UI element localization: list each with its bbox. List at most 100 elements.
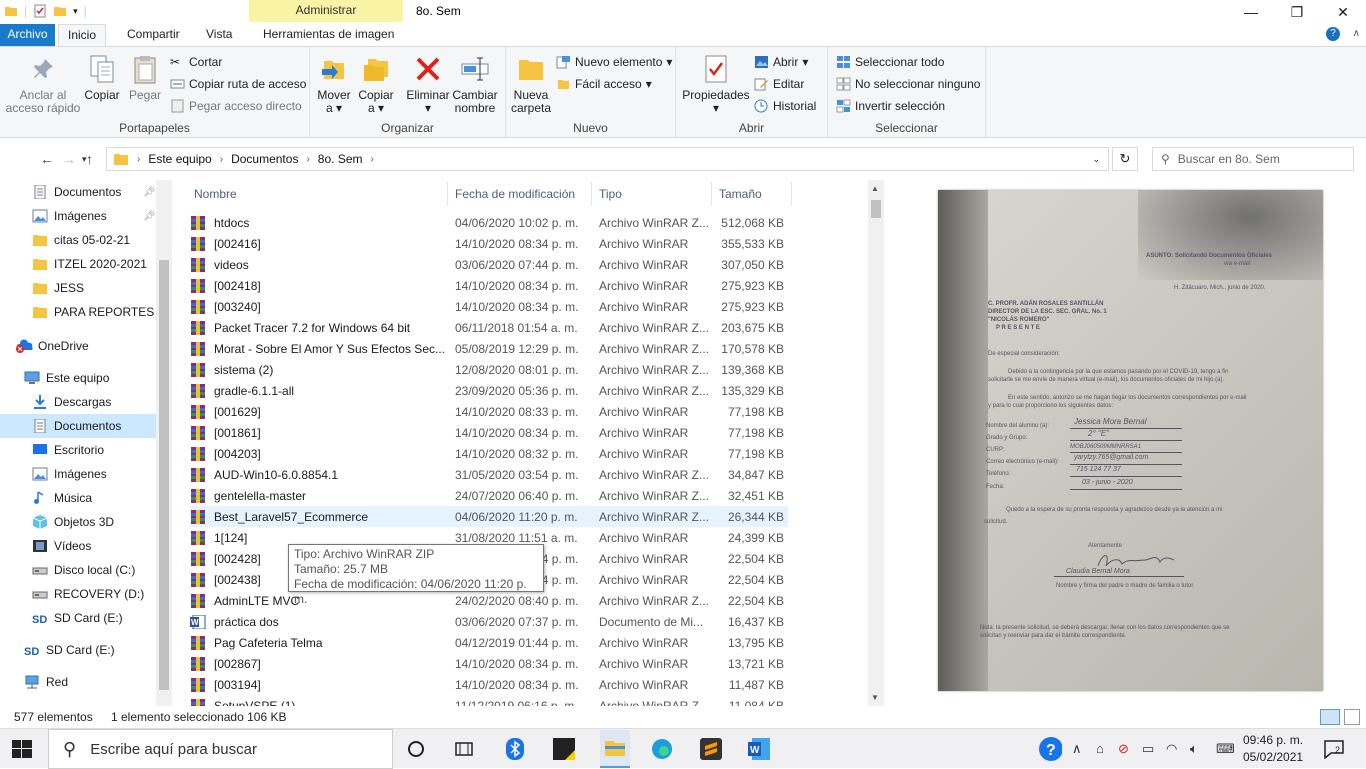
nav-item-imágenes[interactable]: Imágenes 📌︎ xyxy=(0,204,156,228)
cambiar-nombre-button[interactable]: Cambiar nombre xyxy=(452,53,498,115)
battery-warning-icon[interactable]: ⊘ xyxy=(1118,741,1129,757)
nuevo-elemento-button[interactable]: Nuevo elemento ▾ xyxy=(556,55,672,69)
file-row[interactable]: [004203] 14/10/2020 08:32 p. m. Archivo Wi… xyxy=(190,443,788,464)
tab-vista[interactable]: Vista xyxy=(197,24,241,46)
task-view-icon[interactable] xyxy=(452,737,476,761)
nav-item-descargas[interactable]: Descargas xyxy=(0,390,156,414)
tab-administrar[interactable]: Administrar xyxy=(249,0,403,22)
column-header-tipo[interactable]: Tipo xyxy=(599,180,622,208)
abrir-button[interactable]: Abrir ▾ xyxy=(754,55,808,69)
minimize-ribbon-icon[interactable]: ∧ xyxy=(1353,28,1360,39)
properties-icon[interactable] xyxy=(33,4,47,18)
file-row[interactable]: AUD-Win10-6.0.8854.1 31/05/2020 03:54 p. … xyxy=(190,464,788,485)
nav-item-escritorio[interactable]: Escritorio xyxy=(0,438,156,462)
large-icons-view-icon[interactable] xyxy=(1344,709,1360,725)
file-row[interactable]: Wpráctica dos 03/06/2020 07:37 p. m. Docum… xyxy=(190,611,788,632)
nav-scrollbar[interactable] xyxy=(156,180,172,706)
column-header-tamano[interactable]: Tamaño xyxy=(719,180,762,208)
copiar-a-button[interactable]: Copiar a ▾ xyxy=(356,53,396,115)
facil-acceso-button[interactable]: Fácil acceso ▾ xyxy=(556,77,652,91)
file-row[interactable]: [003194] 14/10/2020 08:34 p. m. Archivo Wi… xyxy=(190,674,788,695)
nav-item-objetos-3d[interactable]: Objetos 3D xyxy=(0,510,156,534)
address-dropdown-icon[interactable]: ⌄ xyxy=(1092,154,1100,165)
file-row[interactable]: Pag Cafeteria Telma 04/12/2019 01:44 p. m… xyxy=(190,632,788,653)
breadcrumb-documentos[interactable]: Documentos xyxy=(231,152,298,166)
nav-item-documentos[interactable]: Documentos xyxy=(0,414,156,438)
word-icon[interactable]: W xyxy=(747,737,771,761)
bluetooth-icon[interactable] xyxy=(503,737,527,761)
file-row[interactable]: [001861] 14/10/2020 08:34 p. m. Archivo Wi… xyxy=(190,422,788,443)
nav-item-jess[interactable]: JESS xyxy=(0,276,156,300)
new-folder-icon[interactable] xyxy=(53,4,67,18)
file-row[interactable]: SetupVSPE (1) 11/12/2019 06:16 p. m. Archi… xyxy=(190,695,788,706)
no-seleccionar-button[interactable]: No seleccionar ninguno xyxy=(836,77,980,91)
eliminar-button[interactable]: Eliminar ▾ xyxy=(406,53,450,115)
nav-item-citas-05-02-21[interactable]: citas 05-02-21 xyxy=(0,228,156,252)
tab-herramientas-imagen[interactable]: Herramientas de imagen xyxy=(254,24,403,46)
file-list-scrollbar[interactable]: ▲ ▼ xyxy=(868,180,884,706)
historial-button[interactable]: Historial xyxy=(754,99,816,113)
file-row[interactable]: sistema (2) 12/08/2020 08:01 p. m. Archivo… xyxy=(190,359,788,380)
cortar-button[interactable]: ✂ Cortar xyxy=(170,55,222,69)
nav-item-itzel-2020-2021[interactable]: ITZEL 2020-2021 xyxy=(0,252,156,276)
nav-item-documentos[interactable]: Documentos 📌︎ xyxy=(0,180,156,204)
clock[interactable]: 09:46 p. m. 05/02/2021 xyxy=(1243,732,1303,766)
file-row[interactable]: [003240] 14/10/2020 08:34 p. m. Archivo Wi… xyxy=(190,296,788,317)
windows-start-icon[interactable] xyxy=(12,740,32,758)
invertir-seleccion-button[interactable]: Invertir selección xyxy=(836,99,945,113)
file-explorer-icon[interactable] xyxy=(600,730,630,768)
file-row[interactable]: Morat - Sobre El Amor Y Sus Efectos Sec.… xyxy=(190,338,788,359)
cortana-icon[interactable] xyxy=(404,737,428,761)
copiar-button[interactable]: Copiar xyxy=(82,53,122,102)
file-row[interactable]: Packet Tracer 7.2 for Windows 64 bit 06/1… xyxy=(190,317,788,338)
file-row[interactable]: [002867] 14/10/2020 08:34 p. m. Archivo Wi… xyxy=(190,653,788,674)
propiedades-button[interactable]: Propiedades ▾ xyxy=(680,53,752,115)
column-header-fecha[interactable]: Fecha de modificación xyxy=(455,180,575,208)
details-view-icon[interactable] xyxy=(1320,709,1340,725)
keyboard-icon[interactable]: ⌨ xyxy=(1216,741,1235,757)
notifications-icon[interactable]: 2 xyxy=(1322,737,1346,761)
file-row[interactable]: [002418] 14/10/2020 08:34 p. m. Archivo Wi… xyxy=(190,275,788,296)
file-row[interactable]: [001629] 14/10/2020 08:33 p. m. Archivo Wi… xyxy=(190,401,788,422)
tab-archivo[interactable]: Archivo xyxy=(0,24,55,46)
search-input[interactable]: ⚲ Buscar en 8o. Sem xyxy=(1152,147,1354,171)
help-tray-icon[interactable]: ? xyxy=(1038,737,1062,761)
pegar-acceso-button[interactable]: Pegar acceso directo xyxy=(170,99,302,113)
refresh-button[interactable]: ↻ xyxy=(1112,147,1138,171)
help-icon[interactable]: ? xyxy=(1326,27,1340,41)
breadcrumb-este-equipo[interactable]: Este equipo xyxy=(148,152,211,166)
mover-button[interactable]: Mover a ▾ xyxy=(314,53,354,115)
nav-item-música[interactable]: Música xyxy=(0,486,156,510)
nav-item-para-reportes-eva[interactable]: PARA REPORTES EVA xyxy=(0,300,156,324)
customize-toolbar-icon[interactable]: ▾ xyxy=(73,6,78,17)
show-hidden-icons-icon[interactable]: ∧ xyxy=(1072,741,1082,757)
sublime-text-icon[interactable] xyxy=(699,737,723,761)
nav-item-imágenes[interactable]: Imágenes xyxy=(0,462,156,486)
taskbar-search-input[interactable]: ⚲ Escribe aquí para buscar xyxy=(48,729,393,769)
tab-inicio[interactable]: Inicio xyxy=(58,24,107,46)
close-button[interactable]: ✕ xyxy=(1320,0,1366,24)
nav-item-recovery-d-[interactable]: RECOVERY (D:) xyxy=(0,582,156,606)
file-row[interactable]: [002416] 14/10/2020 08:34 p. m. Archivo Wi… xyxy=(190,233,788,254)
maximize-button[interactable]: ❐ xyxy=(1274,0,1320,24)
nav-item-vídeos[interactable]: Vídeos xyxy=(0,534,156,558)
battery-icon[interactable]: ▭ xyxy=(1142,741,1154,757)
nav-item-red[interactable]: Red xyxy=(0,670,156,694)
address-bar[interactable]: › Este equipo › Documentos › 8o. Sem › ⌄ xyxy=(106,147,1109,171)
breadcrumb-8o-sem[interactable]: 8o. Sem xyxy=(318,152,363,166)
edge-icon[interactable] xyxy=(650,737,674,761)
wifi-icon[interactable]: ◠ xyxy=(1166,741,1177,757)
nav-item-sd-card-e-[interactable]: SD SD Card (E:) xyxy=(0,606,156,630)
file-row[interactable]: gradle-6.1.1-all 23/09/2020 05:36 p. m. Ar… xyxy=(190,380,788,401)
file-row[interactable]: gentelella-master 24/07/2020 06:40 p. m. A… xyxy=(190,485,788,506)
up-button[interactable]: ↑ xyxy=(86,151,93,167)
editar-button[interactable]: Editar xyxy=(754,77,804,91)
copiar-ruta-button[interactable]: Copiar ruta de acceso xyxy=(170,77,306,91)
seleccionar-todo-button[interactable]: Seleccionar todo xyxy=(836,55,944,69)
nav-item-sd-card-e-[interactable]: SD SD Card (E:) xyxy=(0,638,156,662)
nav-item-onedrive[interactable]: OneDrive xyxy=(0,334,156,358)
anclar-button[interactable]: Anclar al acceso rápido xyxy=(4,53,82,115)
pegar-button[interactable]: Pegar xyxy=(126,53,164,102)
file-row[interactable]: videos 03/06/2020 07:44 p. m. Archivo WinR… xyxy=(190,254,788,275)
minimize-button[interactable]: — xyxy=(1228,0,1274,24)
